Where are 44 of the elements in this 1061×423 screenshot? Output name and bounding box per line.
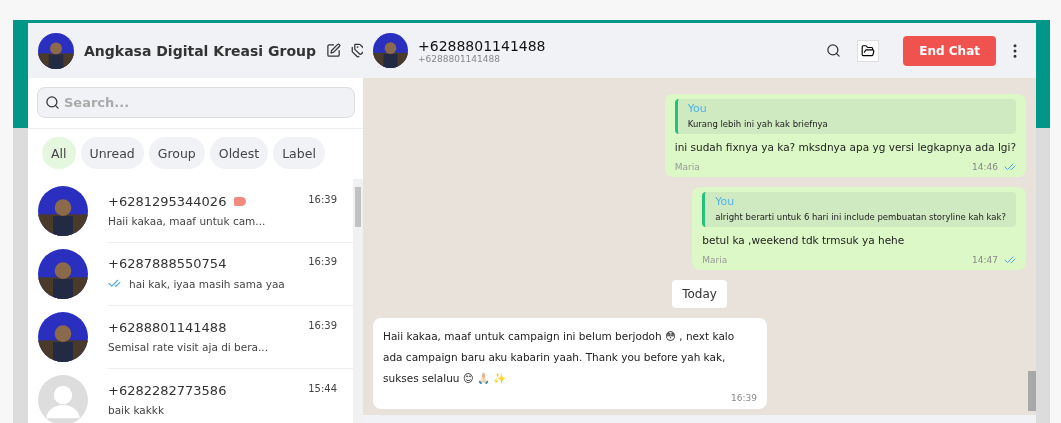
search-icon[interactable]: [826, 43, 842, 58]
message-text: ini sudah fixnya ya ka? mksdnya apa yg versi legkapnya ada lgi?: [674, 140, 1016, 155]
account-name: Angkasa Digital Kreasi Group: [84, 42, 316, 59]
message-time: 14:47: [972, 255, 998, 265]
message-preview: Semisal rate visit aja di bera...: [108, 340, 268, 353]
contact-name: +6288801141488: [418, 37, 547, 54]
filter-tab[interactable]: Oldest: [209, 137, 269, 169]
search-field[interactable]: Search...: [37, 87, 355, 118]
scrollbar[interactable]: [353, 179, 363, 423]
message-preview: baik kakkk: [108, 403, 164, 416]
message-text: betul ka ,weekend tdk trmsuk ya hehe: [702, 233, 906, 248]
search-icon: [45, 95, 60, 110]
message-text: Haii kakaa, maaf untuk campaign ini belum berjodoh 😳 , next kalo ada campaign baru aku kabarin yaah. Thank you before yah kak, sukses selaluu 😊 🙏🏻 ✨: [383, 329, 736, 386]
message-preview: Haii kakaa, maaf untuk cam...: [108, 214, 266, 227]
contact-subtitle: +6288801141488: [418, 53, 501, 64]
chat-time: 16:39: [308, 193, 337, 205]
edit-icon[interactable]: [326, 43, 341, 58]
chat-time: 15:44: [308, 382, 337, 394]
contact-phone: +6281295344026: [108, 193, 227, 209]
message-time: 16:39: [731, 393, 757, 403]
contact-phone: +6288801141488: [108, 319, 227, 335]
chat-item[interactable]: +6288801141488 16:39 Semisal rate visit aja di bera...: [28, 305, 353, 368]
message-time: 14:46: [972, 162, 998, 172]
quote-text: Kurang lebih ini yah kak briefnya: [687, 119, 829, 129]
filter-tab[interactable]: All: [42, 137, 76, 169]
quote-author: You: [715, 195, 736, 208]
quote-author: You: [687, 102, 708, 115]
chat-time: 16:39: [308, 319, 337, 331]
chat-item[interactable]: +6282282773586 15:44 baik kakkk: [28, 368, 353, 423]
scrollbar[interactable]: [1028, 371, 1036, 411]
chat-item[interactable]: +6287888550754 16:39 hai kak, iyaa masih sama yaa: [28, 242, 353, 305]
tag-icon[interactable]: [351, 43, 363, 58]
folder-icon[interactable]: [857, 39, 880, 62]
quote-text: alright berarti untuk 6 hari ini include pembuatan storyline kah kak?: [715, 212, 1006, 222]
filter-tab[interactable]: Group: [148, 137, 205, 169]
contact-phone: +6287888550754: [108, 256, 227, 271]
sender-name: Maria: [674, 162, 700, 172]
chat-item[interactable]: +6281295344026 16:39 Haii kakaa, maaf untuk cam...: [28, 179, 353, 242]
chat-time: 16:39: [308, 256, 337, 267]
filter-tab[interactable]: Label: [273, 137, 325, 169]
sender-name: Maria: [702, 255, 728, 265]
filter-tab[interactable]: Unread: [80, 137, 144, 169]
contact-phone: +6282282773586: [108, 382, 227, 398]
message-preview: hai kak, iyaa masih sama yaa: [129, 277, 285, 290]
